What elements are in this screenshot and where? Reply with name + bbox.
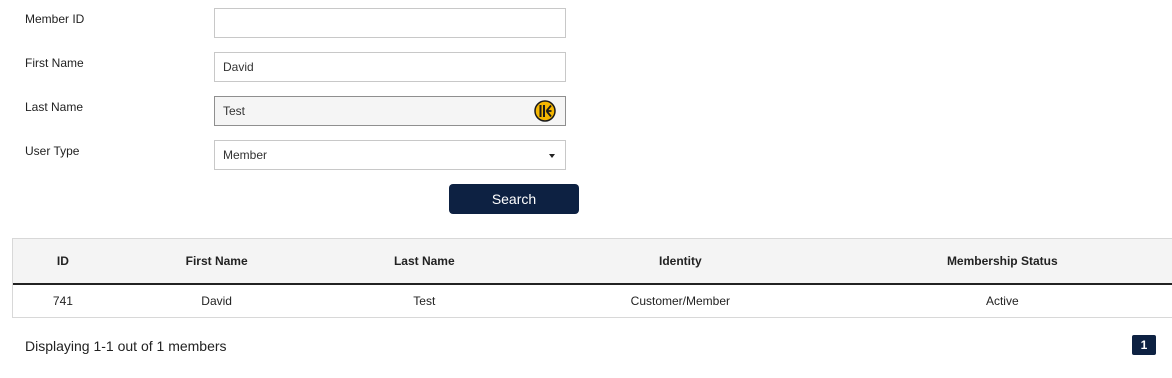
search-button[interactable]: Search [449,184,579,214]
column-header-membership-status: Membership Status [946,254,1058,268]
table-header: ID First Name Last Name Identity Members… [13,239,1172,285]
results-table: ID First Name Last Name Identity Members… [12,238,1172,318]
member-id-label: Member ID [25,12,85,26]
cell-last-name: Test [413,294,436,308]
first-name-row: First Name [0,52,600,82]
cell-membership-status: Active [985,294,1019,308]
column-header-first-name: First Name [185,254,248,268]
user-type-select[interactable]: Member [214,140,566,170]
member-id-row: Member ID [0,8,600,38]
user-type-row: User Type Member [0,140,600,170]
last-name-row: Last Name [0,96,600,126]
cell-id: 741 [52,294,73,308]
results-summary: Displaying 1-1 out of 1 members [25,338,227,354]
chevron-down-icon [549,154,555,158]
pagination-page-1[interactable]: 1 [1132,335,1156,355]
table-row[interactable]: 741 David Test Customer/Member Active [13,285,1172,317]
cell-first-name: David [201,294,232,308]
last-name-input[interactable] [214,96,566,126]
first-name-label: First Name [25,56,84,70]
last-name-label: Last Name [25,100,84,114]
column-header-last-name: Last Name [393,254,455,268]
column-header-identity: Identity [659,254,702,268]
column-header-id: ID [56,254,69,268]
first-name-input[interactable] [214,52,566,82]
member-id-input[interactable] [214,8,566,38]
cell-identity: Customer/Member [630,294,731,308]
user-type-selected-value: Member [223,148,268,162]
user-type-label: User Type [25,144,80,158]
keeper-autofill-icon[interactable] [534,100,556,122]
